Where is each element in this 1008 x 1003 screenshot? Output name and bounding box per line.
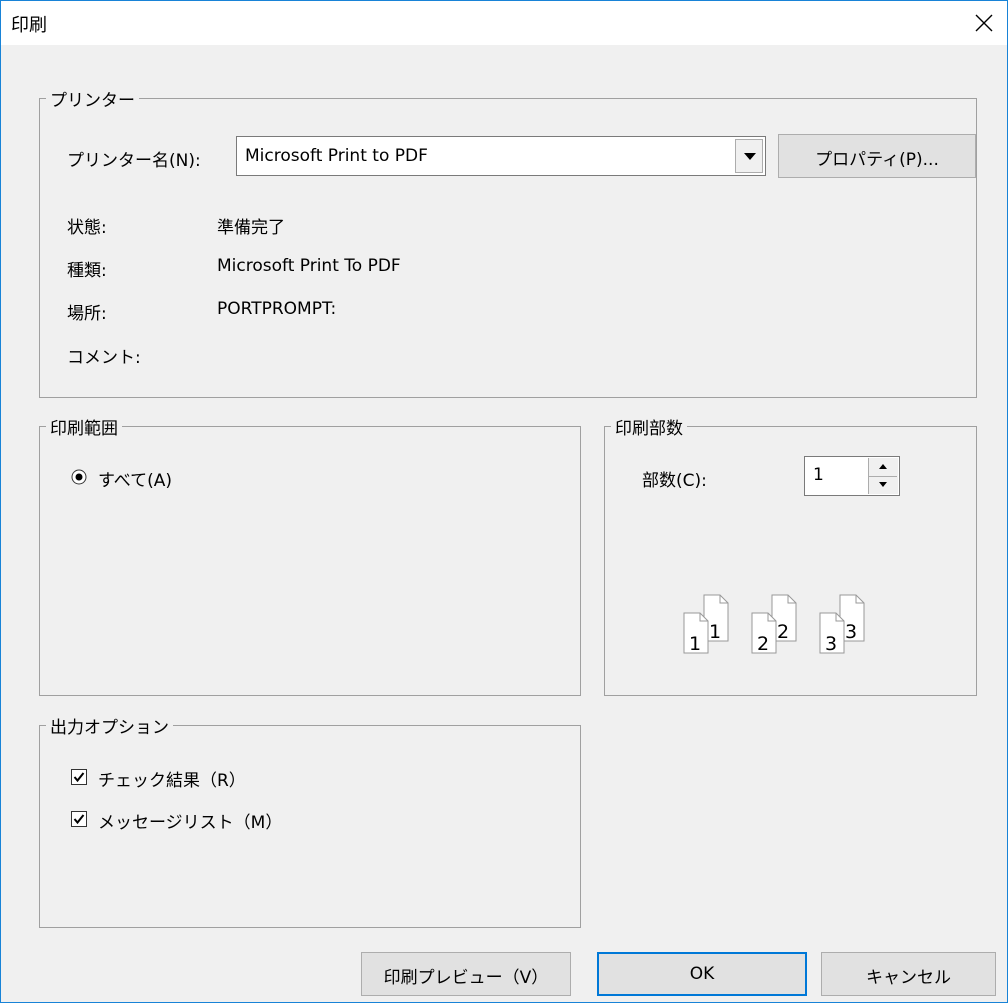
printer-group-label: プリンター xyxy=(46,86,139,111)
collate-page-label: 2 xyxy=(757,633,769,655)
type-label: 種類: xyxy=(67,261,107,281)
chevron-down-icon xyxy=(744,153,756,160)
properties-button[interactable]: プロパティ(P)... xyxy=(778,134,976,178)
print-dialog: 印刷 プリンター プリンター名(N): Microsoft Print to P… xyxy=(0,0,1008,1003)
print-preview-button[interactable]: 印刷プレビュー（V） xyxy=(361,952,571,996)
cancel-button[interactable]: キャンセル xyxy=(821,952,996,996)
collate-set-2: 2 2 xyxy=(751,594,797,655)
spinner-arrows xyxy=(868,458,898,494)
printer-name-select[interactable]: Microsoft Print to PDF xyxy=(236,136,766,176)
checkmark-icon xyxy=(73,772,85,783)
copies-count-label: 部数(C): xyxy=(642,471,707,491)
check-result-label[interactable]: チェック結果（R） xyxy=(98,766,246,791)
collate-illustration: 1 1 2 2 3 3 xyxy=(683,594,865,655)
collate-page-label: 3 xyxy=(845,621,857,643)
collate-set-1: 1 1 xyxy=(683,594,729,655)
check-result-checkbox[interactable] xyxy=(71,769,87,785)
checkmark-icon xyxy=(73,814,85,825)
message-list-checkbox[interactable] xyxy=(71,811,87,827)
all-pages-label[interactable]: すべて(A) xyxy=(98,466,172,491)
copies-count-spinner[interactable]: 1 xyxy=(804,456,900,496)
collate-page-label: 1 xyxy=(709,621,721,643)
title-bar: 印刷 xyxy=(1,1,1007,45)
comment-label: コメント: xyxy=(67,348,141,368)
printer-name-value: Microsoft Print to PDF xyxy=(245,146,428,166)
collate-set-3: 3 3 xyxy=(819,594,865,655)
dropdown-button[interactable] xyxy=(735,139,763,173)
close-icon xyxy=(975,14,993,32)
copies-count-value: 1 xyxy=(813,465,824,485)
chevron-up-icon xyxy=(879,464,887,469)
collate-page-label: 1 xyxy=(689,633,701,655)
chevron-down-icon xyxy=(879,482,887,487)
printer-name-label: プリンター名(N): xyxy=(67,151,201,171)
status-value: 準備完了 xyxy=(217,218,285,238)
spinner-up-button[interactable] xyxy=(869,458,897,477)
all-pages-radio[interactable] xyxy=(71,469,87,485)
location-value: PORTPROMPT: xyxy=(217,299,337,319)
window-title: 印刷 xyxy=(11,15,47,36)
message-list-label[interactable]: メッセージリスト（M） xyxy=(98,808,282,833)
print-range-group-label: 印刷範囲 xyxy=(46,414,122,439)
type-value: Microsoft Print To PDF xyxy=(217,256,401,276)
close-button[interactable] xyxy=(961,1,1007,45)
output-options-group-label: 出力オプション xyxy=(46,713,173,738)
spinner-down-button[interactable] xyxy=(869,476,897,494)
copies-group-label: 印刷部数 xyxy=(611,414,687,439)
status-label: 状態: xyxy=(67,218,107,238)
ok-button[interactable]: OK xyxy=(597,952,807,996)
location-label: 場所: xyxy=(67,304,107,324)
collate-page-label: 2 xyxy=(777,621,789,643)
collate-page-label: 3 xyxy=(825,633,837,655)
